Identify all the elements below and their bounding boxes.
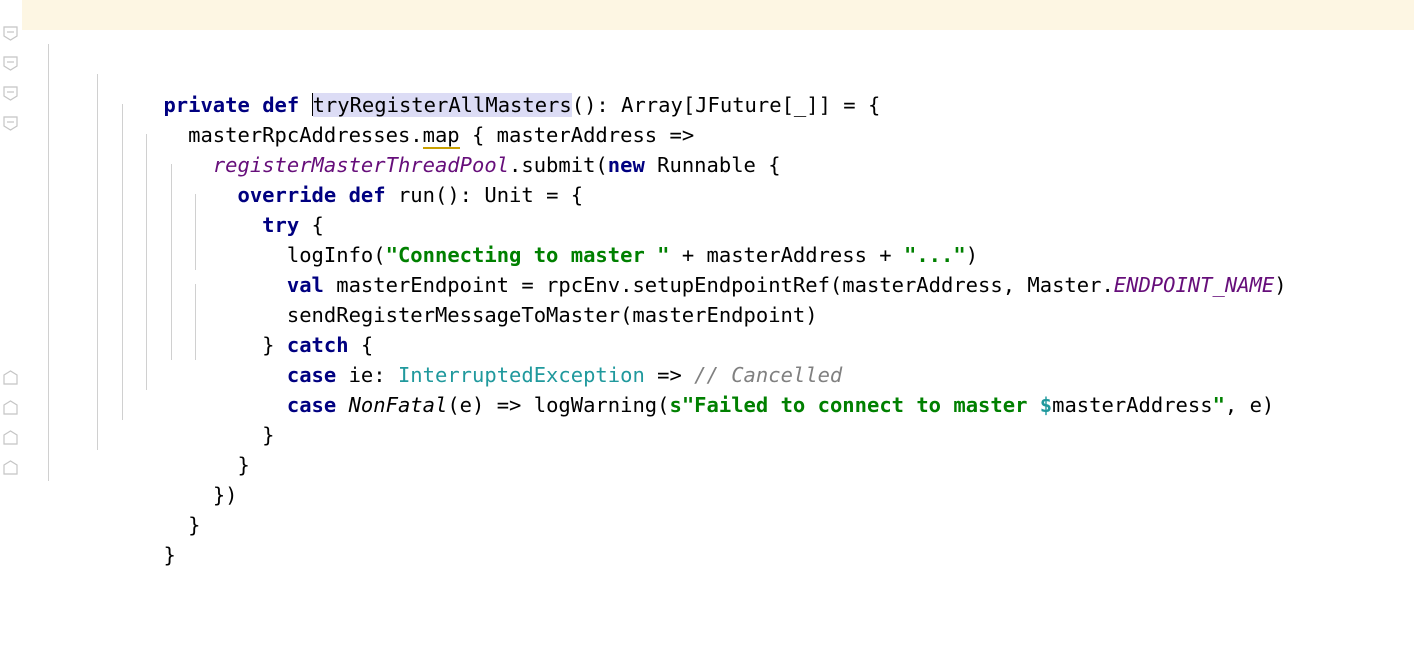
fold-expand-icon[interactable] (3, 370, 18, 385)
code-line[interactable]: masterRpcAddresses.map { masterAddress =… (22, 30, 1414, 149)
code-line[interactable]: private def tryRegisterAllMasters(): Arr… (22, 0, 1414, 117)
fold-collapse-icon[interactable] (3, 56, 18, 71)
fold-expand-icon[interactable] (3, 460, 18, 475)
code-line[interactable]: } (22, 420, 1414, 537)
code-line[interactable]: } (22, 360, 1414, 477)
code-line[interactable]: try { (22, 120, 1414, 237)
editor-gutter[interactable] (0, 0, 22, 508)
code-line[interactable]: case ie: InterruptedException => // Canc… (22, 270, 1414, 387)
code-line[interactable]: } catch { (22, 240, 1414, 357)
code-line[interactable]: logInfo("Connecting to master " + master… (22, 150, 1414, 267)
close-brace: } (163, 543, 176, 567)
code-editor[interactable]: private def tryRegisterAllMasters(): Arr… (0, 0, 1414, 567)
fold-collapse-icon[interactable] (3, 116, 18, 131)
code-line[interactable]: case NonFatal(e) => logWarning(s"Failed … (22, 300, 1414, 417)
code-line[interactable]: } (22, 450, 1414, 567)
code-content[interactable]: private def tryRegisterAllMasters(): Arr… (22, 0, 1414, 567)
code-line[interactable]: registerMasterThreadPool.submit(new Runn… (22, 60, 1414, 177)
fold-expand-icon[interactable] (3, 430, 18, 445)
code-line[interactable]: sendRegisterMessageToMaster(masterEndpoi… (22, 210, 1414, 327)
fold-collapse-icon[interactable] (3, 26, 18, 41)
code-line[interactable]: val masterEndpoint = rpcEnv.setupEndpoin… (22, 180, 1414, 297)
code-line[interactable]: override def run(): Unit = { (22, 90, 1414, 207)
code-line[interactable]: } (22, 330, 1414, 447)
code-line[interactable]: }) (22, 390, 1414, 507)
fold-expand-icon[interactable] (3, 400, 18, 415)
fold-collapse-icon[interactable] (3, 86, 18, 101)
